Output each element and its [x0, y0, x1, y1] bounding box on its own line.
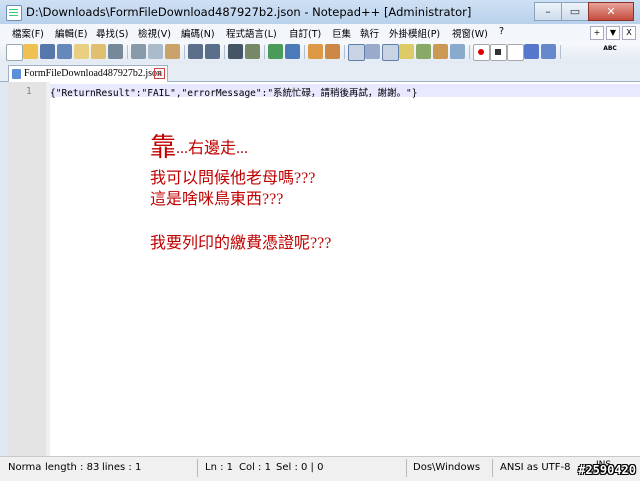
- tab-label: FormFileDownload487927b2.json: [24, 68, 163, 79]
- copy-icon[interactable]: [148, 44, 163, 59]
- status-encoding: ANSI as UTF-8: [500, 462, 571, 473]
- all-chars-icon[interactable]: [365, 44, 380, 59]
- tab-bar: FormFileDownload487927b2.json x: [0, 63, 640, 82]
- notepadpp-icon: [6, 5, 22, 21]
- save-macro-icon[interactable]: [541, 44, 556, 59]
- window-title: D:\Downloads\FormFileDownload487927b2.js…: [26, 5, 472, 19]
- redo-icon[interactable]: [205, 44, 220, 59]
- tab-list-button[interactable]: ▼: [606, 26, 620, 40]
- menu-encoding[interactable]: 編碼(N): [181, 26, 215, 40]
- close-all-icon[interactable]: [91, 44, 106, 59]
- menu-plugins[interactable]: 外掛模組(P): [389, 26, 440, 40]
- udl-icon[interactable]: [399, 44, 414, 59]
- annotation-line-1-rest: ...右邊走...: [176, 140, 249, 157]
- status-ln: Ln : 1: [205, 462, 233, 473]
- menu-right-controls: + ▼ X: [590, 26, 636, 40]
- annotation-line-3: 這是啥咪鳥東西???: [150, 191, 284, 208]
- open-file-icon[interactable]: [23, 44, 38, 59]
- menu-search[interactable]: 尋找(S): [96, 26, 128, 40]
- annotation-line-1: 靠...右邊走...: [150, 127, 248, 164]
- annotation-big-char: 靠: [150, 133, 177, 162]
- menu-macro[interactable]: 巨集: [332, 26, 351, 40]
- toolbar-separator: [560, 45, 561, 59]
- monitor-icon[interactable]: [450, 44, 465, 59]
- editor-area[interactable]: 1 {"ReturnResult":"FAIL","errorMessage":…: [8, 82, 640, 456]
- status-separator: [406, 459, 407, 477]
- doc-map-icon[interactable]: [416, 44, 431, 59]
- zoom-out-icon[interactable]: [285, 44, 300, 59]
- toolbar-separator: [264, 45, 265, 59]
- function-list-icon[interactable]: [433, 44, 448, 59]
- menu-language[interactable]: 程式語言(L): [226, 26, 277, 40]
- stop-icon[interactable]: [490, 44, 507, 61]
- cut-icon[interactable]: [131, 44, 146, 59]
- close-doc-button[interactable]: X: [622, 26, 636, 40]
- code-line[interactable]: {"ReturnResult":"FAIL","errorMessage":"系…: [50, 85, 418, 99]
- status-eol: Dos\Windows: [413, 462, 481, 473]
- status-doc-type: Norma: [8, 462, 42, 473]
- file-saved-icon: [12, 69, 21, 79]
- undo-icon[interactable]: [188, 44, 203, 59]
- fold-margin: [46, 82, 50, 456]
- menu-file[interactable]: 檔案(F): [12, 26, 44, 40]
- record-icon[interactable]: [473, 44, 490, 61]
- find-icon[interactable]: [228, 44, 243, 59]
- status-lines: lines : 1: [102, 462, 142, 473]
- status-bar: Norma length : 83 lines : 1 Ln : 1 Col :…: [0, 456, 640, 481]
- run-multi-icon[interactable]: [524, 44, 539, 59]
- paste-icon[interactable]: [165, 44, 180, 59]
- toolbar-separator: [127, 45, 128, 59]
- line-number-gutter: 1: [8, 82, 46, 456]
- window-controls: – ▭ ✕: [534, 2, 634, 21]
- menu-run[interactable]: 執行: [360, 26, 379, 40]
- sync-h-icon[interactable]: [325, 44, 340, 59]
- toolbar-separator: [469, 45, 470, 59]
- close-file-icon[interactable]: [74, 44, 89, 59]
- toolbar: ABC: [0, 41, 640, 64]
- toolbar-separator: [304, 45, 305, 59]
- menu-view[interactable]: 檢視(V): [138, 26, 171, 40]
- toolbar-separator: [184, 45, 185, 59]
- minimize-button[interactable]: –: [534, 2, 562, 21]
- menu-window[interactable]: 視窗(W): [452, 26, 488, 40]
- word-wrap-icon[interactable]: [348, 44, 365, 61]
- menu-help[interactable]: ?: [499, 26, 504, 37]
- status-sel: Sel : 0 | 0: [276, 462, 324, 473]
- indent-guide-icon[interactable]: [382, 44, 399, 61]
- new-tab-button[interactable]: +: [590, 26, 604, 40]
- menu-settings[interactable]: 自訂(T): [289, 26, 321, 40]
- maximize-button[interactable]: ▭: [561, 2, 589, 21]
- save-icon[interactable]: [40, 44, 55, 59]
- replace-icon[interactable]: [245, 44, 260, 59]
- new-file-icon[interactable]: [6, 44, 23, 61]
- menu-bar: 檔案(F) 編輯(E) 尋找(S) 檢視(V) 編碼(N) 程式語言(L) 自訂…: [0, 24, 640, 42]
- status-separator: [492, 459, 493, 477]
- line-number: 1: [26, 86, 32, 97]
- status-separator: [197, 459, 198, 477]
- status-col: Col : 1: [239, 462, 271, 473]
- print-icon[interactable]: [108, 44, 123, 59]
- menu-edit[interactable]: 編輯(E): [55, 26, 87, 40]
- spellcheck-icon[interactable]: ABC: [601, 44, 619, 59]
- zoom-in-icon[interactable]: [268, 44, 283, 59]
- sync-v-icon[interactable]: [308, 44, 323, 59]
- toolbar-separator: [344, 45, 345, 59]
- status-length: length : 83: [45, 462, 100, 473]
- tab-close-icon[interactable]: x: [154, 68, 165, 79]
- watermark: #2590420: [578, 463, 636, 477]
- play-icon[interactable]: [507, 44, 524, 61]
- save-all-icon[interactable]: [57, 44, 72, 59]
- title-bar: D:\Downloads\FormFileDownload487927b2.js…: [0, 0, 640, 25]
- tab-formfiledownload[interactable]: FormFileDownload487927b2.json x: [8, 65, 168, 82]
- annotation-line-4: 我要列印的繳費憑證呢???: [150, 235, 332, 252]
- close-button[interactable]: ✕: [588, 2, 634, 21]
- toolbar-separator: [224, 45, 225, 59]
